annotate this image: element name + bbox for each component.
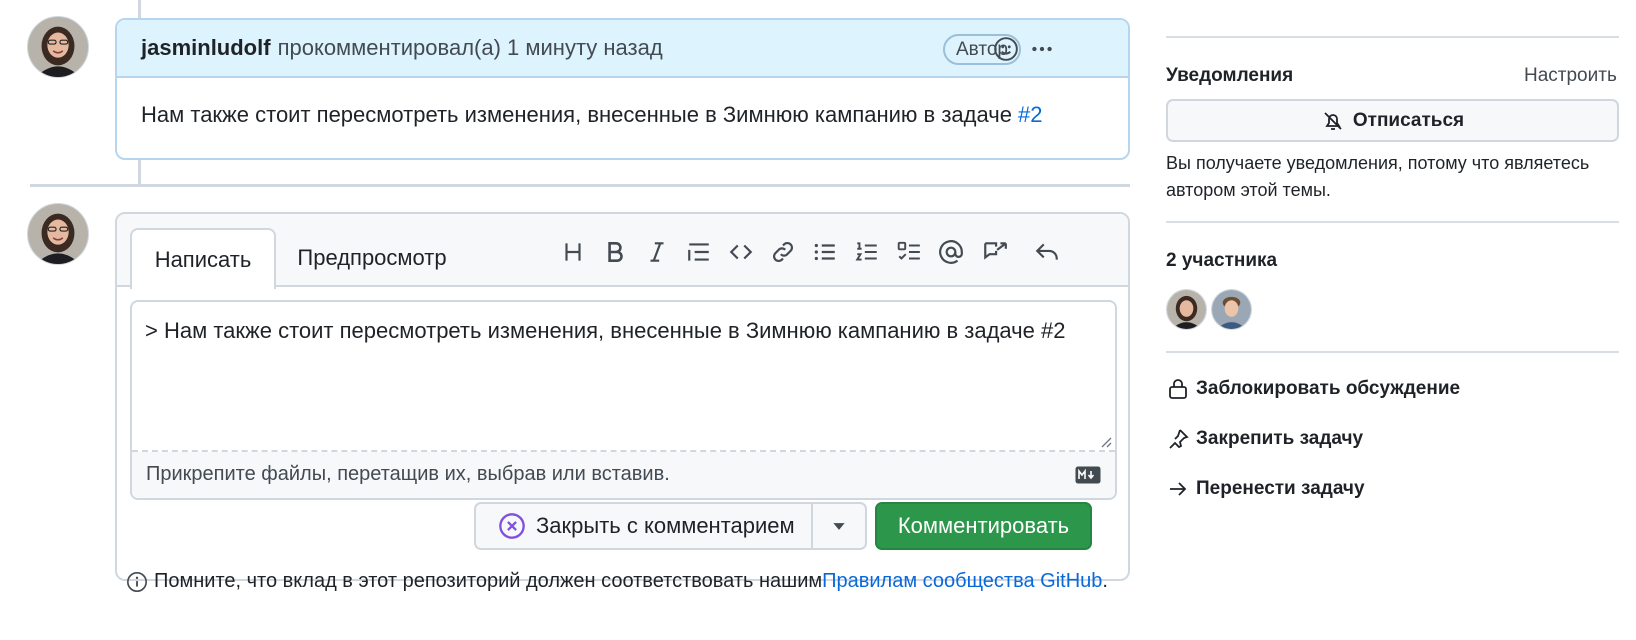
arrow-right-icon bbox=[1170, 482, 1187, 496]
sidebar-divider bbox=[1166, 221, 1619, 223]
close-with-comment-button[interactable]: Закрыть с комментарием bbox=[474, 502, 811, 550]
notifications-heading: Уведомления bbox=[1166, 65, 1294, 86]
comment-meta[interactable]: прокомментировал(а) 1 минуту назад bbox=[278, 35, 663, 61]
bold-icon[interactable] bbox=[599, 236, 631, 268]
comment-header: jasminludolf прокомментировал(а) 1 минут… bbox=[117, 20, 1128, 78]
timeline-line-top bbox=[138, 0, 141, 18]
task-list-icon[interactable] bbox=[893, 236, 925, 268]
community-guidelines-note: Помните, что вклад в этот репозиторий до… bbox=[126, 570, 1108, 593]
lock-conversation-label: Заблокировать обсуждение bbox=[1196, 378, 1461, 399]
comment-textarea-wrapper: > Нам также стоит пересмотреть изменения… bbox=[130, 300, 1117, 500]
comment-button[interactable]: Комментировать bbox=[875, 502, 1092, 550]
cross-reference-icon[interactable] bbox=[979, 236, 1011, 268]
heading-icon[interactable] bbox=[557, 236, 589, 268]
woman-avatar-icon bbox=[1167, 290, 1206, 329]
comment-textarea[interactable]: > Нам также стоит пересмотреть изменения… bbox=[132, 302, 1115, 452]
woman-avatar-icon bbox=[28, 204, 88, 264]
timeline-line-mid bbox=[138, 158, 141, 186]
note-text: Помните, что вклад в этот репозиторий до… bbox=[154, 570, 823, 592]
mention-icon[interactable] bbox=[935, 236, 967, 268]
tab-preview[interactable]: Предпросмотр bbox=[277, 228, 467, 287]
link-icon[interactable] bbox=[767, 236, 799, 268]
customize-notifications-link[interactable]: Настроить bbox=[1524, 65, 1617, 87]
participant-avatar[interactable] bbox=[1166, 289, 1207, 330]
pin-issue-action[interactable]: Закрепить задачу bbox=[1166, 427, 1363, 451]
pin-icon bbox=[1169, 429, 1189, 449]
attach-files-bar[interactable]: Прикрепите файлы, перетащив их, выбрав и… bbox=[132, 452, 1115, 498]
comment-card: jasminludolf прокомментировал(а) 1 минут… bbox=[115, 18, 1130, 160]
kebab-horizontal-icon[interactable] bbox=[1027, 34, 1057, 64]
avatar[interactable] bbox=[27, 16, 89, 78]
comment-author[interactable]: jasminludolf bbox=[141, 35, 271, 61]
transfer-issue-action[interactable]: Перенести задачу bbox=[1166, 477, 1365, 501]
italic-icon[interactable] bbox=[641, 236, 673, 268]
reply-icon[interactable] bbox=[1031, 236, 1063, 268]
unsubscribe-label: Отписаться bbox=[1352, 109, 1465, 131]
transfer-issue-label: Перенести задачу bbox=[1196, 478, 1365, 499]
close-button-label: Закрыть с комментарием bbox=[536, 513, 795, 538]
quote-icon[interactable] bbox=[683, 236, 715, 268]
info-icon bbox=[127, 571, 147, 592]
woman-avatar-icon bbox=[28, 17, 88, 77]
lock-conversation-action[interactable]: Заблокировать обсуждение bbox=[1166, 377, 1460, 401]
new-comment-form: Написать Предпросмотр > Нам также стоит … bbox=[115, 212, 1130, 581]
unsubscribe-button[interactable]: Отписаться bbox=[1166, 99, 1619, 142]
participants-heading: 2 участника bbox=[1166, 250, 1278, 271]
close-options-dropdown[interactable] bbox=[811, 502, 867, 550]
bell-slash-icon bbox=[1324, 111, 1342, 130]
triangle-down-icon bbox=[833, 522, 845, 530]
ordered-list-icon[interactable] bbox=[851, 236, 883, 268]
code-icon[interactable] bbox=[725, 236, 757, 268]
timeline-divider bbox=[30, 184, 1130, 187]
attach-files-text: Прикрепите файлы, перетащив их, выбрав и… bbox=[146, 463, 670, 485]
issue-closed-icon bbox=[499, 513, 525, 539]
issue-link[interactable]: #2 bbox=[1018, 102, 1042, 127]
unordered-list-icon[interactable] bbox=[809, 236, 841, 268]
note-suffix: . bbox=[1102, 570, 1108, 592]
tab-write[interactable]: Написать bbox=[130, 228, 276, 289]
markdown-icon[interactable] bbox=[1075, 466, 1101, 484]
notifications-reason: Вы получаете уведомления, потому что явл… bbox=[1166, 153, 1590, 200]
smiley-icon[interactable] bbox=[991, 34, 1021, 64]
pin-issue-label: Закрепить задачу bbox=[1196, 428, 1364, 449]
comment-body: Нам также стоит пересмотреть изменения, … bbox=[117, 78, 1128, 152]
comment-text: Нам также стоит пересмотреть изменения, … bbox=[141, 102, 1019, 127]
sidebar-divider bbox=[1166, 351, 1619, 353]
participant-avatar[interactable] bbox=[1211, 289, 1252, 330]
lock-icon bbox=[1169, 379, 1187, 399]
sidebar-divider bbox=[1166, 36, 1619, 38]
man-avatar-icon bbox=[1212, 290, 1251, 329]
avatar[interactable] bbox=[27, 203, 89, 265]
resize-grip-icon[interactable] bbox=[1100, 436, 1112, 448]
community-guidelines-link[interactable]: Правилам сообщества GitHub bbox=[822, 570, 1102, 593]
